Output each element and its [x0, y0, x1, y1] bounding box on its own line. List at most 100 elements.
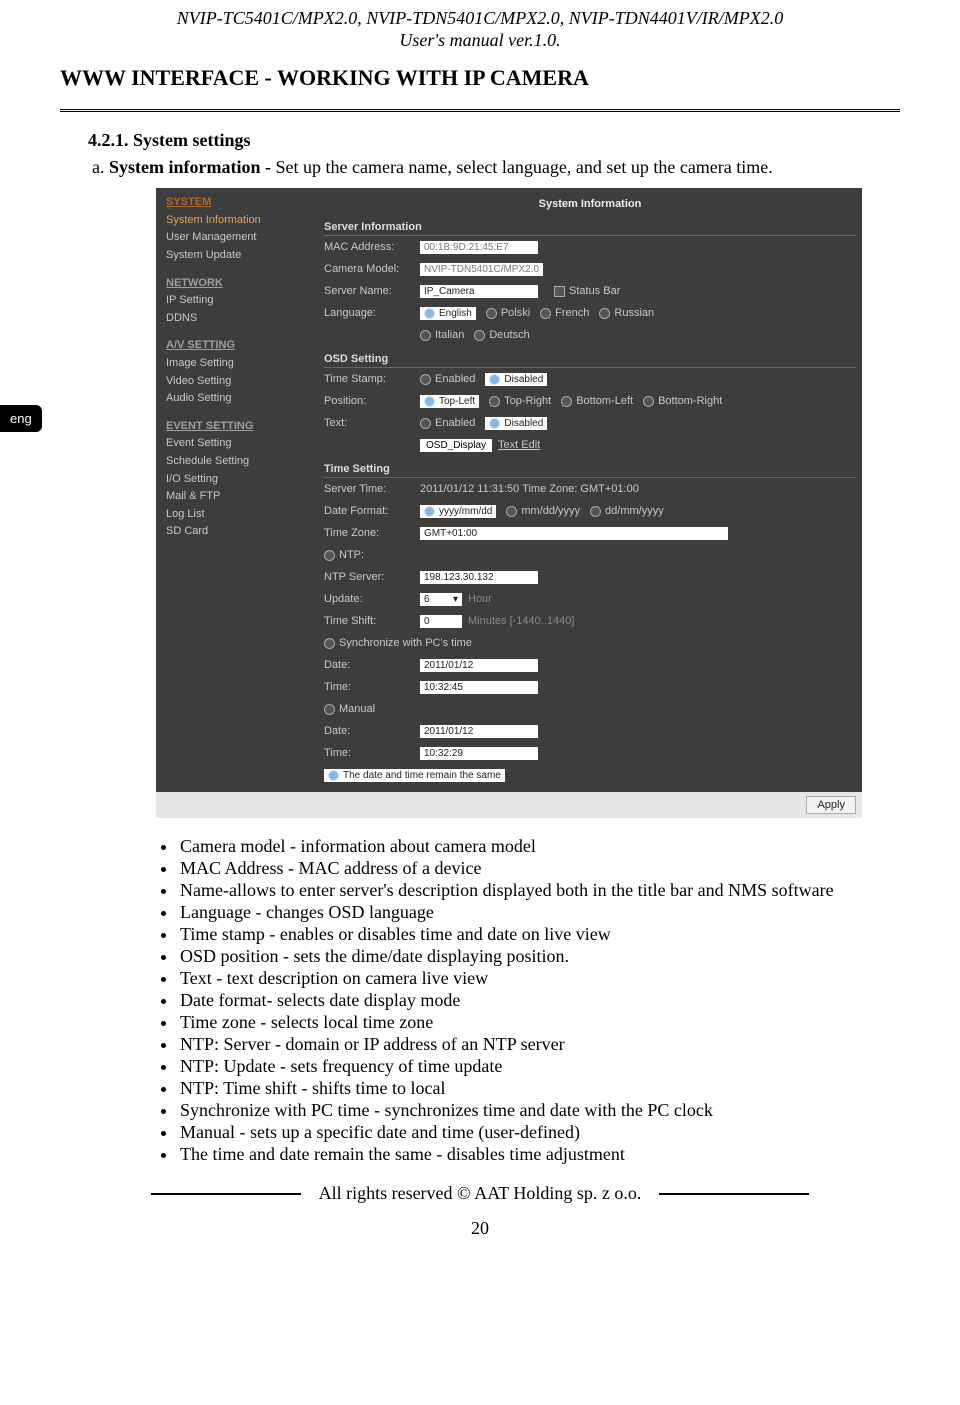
footer-copyright: All rights reserved © AAT Holding sp. z … — [319, 1183, 642, 1204]
time-heading: Time Setting — [324, 460, 856, 478]
ntp-server-input[interactable]: 198.123.30.132 — [420, 571, 538, 584]
ntp-server-label: NTP Server: — [324, 571, 420, 583]
osd-heading: OSD Setting — [324, 350, 856, 368]
lang-french[interactable]: French — [540, 307, 589, 319]
nav-audio-setting[interactable]: Audio Setting — [166, 390, 316, 408]
timezone-label: Time Zone: — [324, 527, 420, 539]
sync-date-label: Date: — [324, 659, 420, 671]
manual-time-label: Time: — [324, 747, 420, 759]
nav-mail-ftp[interactable]: Mail & FTP — [166, 488, 316, 506]
nav-schedule-setting[interactable]: Schedule Setting — [166, 453, 316, 471]
sidebar: SYSTEM System Information User Managemen… — [156, 188, 324, 792]
item-bold: System information - — [109, 157, 275, 177]
nav-system-update[interactable]: System Update — [166, 247, 316, 265]
pos-top-right[interactable]: Top-Right — [489, 395, 551, 407]
nav-log-list[interactable]: Log List — [166, 506, 316, 524]
footer-bar-left — [151, 1193, 301, 1195]
header-models: NVIP-TC5401C/MPX2.0, NVIP-TDN5401C/MPX2.… — [60, 8, 900, 30]
nav-user-management[interactable]: User Management — [166, 229, 316, 247]
doc-header: NVIP-TC5401C/MPX2.0, NVIP-TDN5401C/MPX2.… — [60, 0, 900, 51]
list-item: MAC Address - MAC address of a device — [178, 858, 900, 879]
list-item: Language - changes OSD language — [178, 902, 900, 923]
manual-time-input[interactable]: 10:32:29 — [420, 747, 538, 760]
timezone-select[interactable]: GMT+01:00 — [420, 527, 728, 540]
sync-time-label: Time: — [324, 681, 420, 693]
list-item: NTP: Time shift - shifts time to local — [178, 1078, 900, 1099]
nav-group-system[interactable]: SYSTEM — [166, 194, 316, 212]
mac-value: 00:1B:9D:21:45:E7 — [420, 241, 538, 254]
update-label: Update: — [324, 593, 420, 605]
nav-group-event[interactable]: EVENT SETTING — [166, 418, 316, 436]
datefmt-ymd[interactable]: yyyy/mm/dd — [420, 505, 496, 518]
language-tab: eng — [0, 405, 42, 432]
nav-group-av[interactable]: A/V SETTING — [166, 337, 316, 355]
apply-button[interactable]: Apply — [806, 796, 856, 814]
list-item: Synchronize with PC time - synchronizes … — [178, 1100, 900, 1121]
osd-display-input[interactable]: OSD_Display — [420, 439, 492, 452]
text-label: Text: — [324, 417, 420, 429]
list-item: Time stamp - enables or disables time an… — [178, 924, 900, 945]
server-info-heading: Server Information — [324, 218, 856, 236]
server-name-label: Server Name: — [324, 285, 420, 297]
header-manual: User's manual ver.1.0. — [60, 30, 900, 52]
list-item: NTP: Server - domain or IP address of an… — [178, 1034, 900, 1055]
datefmt-dmy[interactable]: dd/mm/yyyy — [590, 505, 664, 517]
sync-pc-radio[interactable]: Synchronize with PC's time — [324, 637, 472, 649]
lang-deutsch[interactable]: Deutsch — [474, 329, 529, 341]
page-number: 20 — [60, 1218, 900, 1239]
nav-image-setting[interactable]: Image Setting — [166, 355, 316, 373]
nav-io-setting[interactable]: I/O Setting — [166, 471, 316, 489]
date-format-label: Date Format: — [324, 505, 420, 517]
text-disabled[interactable]: Disabled — [485, 417, 547, 430]
list-item: The time and date remain the same - disa… — [178, 1144, 900, 1165]
subsection-heading: 4.2.1. System settings — [88, 130, 900, 151]
nav-event-setting[interactable]: Event Setting — [166, 435, 316, 453]
nav-ddns[interactable]: DDNS — [166, 310, 316, 328]
nav-video-setting[interactable]: Video Setting — [166, 373, 316, 391]
pos-bottom-right[interactable]: Bottom-Right — [643, 395, 722, 407]
lang-english[interactable]: English — [420, 307, 476, 320]
list-item: Text - text description on camera live v… — [178, 968, 900, 989]
time-shift-label: Time Shift: — [324, 615, 420, 627]
ntp-radio[interactable]: NTP: — [324, 549, 364, 561]
manual-date-label: Date: — [324, 725, 420, 737]
server-name-input[interactable]: IP_Camera — [420, 285, 538, 298]
divider — [60, 109, 900, 112]
update-unit: Hour — [468, 593, 492, 605]
same-time-radio[interactable]: The date and time remain the same — [324, 769, 505, 782]
system-information-screenshot: SYSTEM System Information User Managemen… — [156, 188, 862, 818]
status-bar-checkbox[interactable]: Status Bar — [554, 285, 620, 297]
pos-top-left[interactable]: Top-Left — [420, 395, 479, 408]
manual-date-input[interactable]: 2011/01/12 — [420, 725, 538, 738]
datefmt-mdy[interactable]: mm/dd/yyyy — [506, 505, 580, 517]
list-item: Date format- selects date display mode — [178, 990, 900, 1011]
timestamp-enabled[interactable]: Enabled — [420, 373, 475, 385]
nav-group-network[interactable]: NETWORK — [166, 275, 316, 293]
model-value: NVIP-TDN5401C/MPX2.0 — [420, 263, 543, 276]
nav-sd-card[interactable]: SD Card — [166, 523, 316, 541]
text-edit-link[interactable]: Text Edit — [498, 439, 540, 451]
item-letter: a. — [92, 157, 105, 177]
sync-date-input[interactable]: 2011/01/12 — [420, 659, 538, 672]
panel-footer: Apply — [156, 792, 862, 818]
description-list: Camera model - information about camera … — [138, 836, 900, 1165]
lang-italian[interactable]: Italian — [420, 329, 464, 341]
list-item: Time zone - selects local time zone — [178, 1012, 900, 1033]
update-select[interactable]: 6▾ — [420, 593, 462, 606]
lang-polski[interactable]: Polski — [486, 307, 530, 319]
list-item: Name-allows to enter server's descriptio… — [178, 880, 900, 901]
lang-russian[interactable]: Russian — [599, 307, 654, 319]
timestamp-disabled[interactable]: Disabled — [485, 373, 547, 386]
item-rest: Set up the camera name, select language,… — [275, 157, 772, 177]
nav-system-information[interactable]: System Information — [166, 212, 316, 230]
server-time-value: 2011/01/12 11:31:50 Time Zone: GMT+01:00 — [420, 483, 639, 495]
time-shift-input[interactable]: 0 — [420, 615, 462, 628]
manual-radio[interactable]: Manual — [324, 703, 375, 715]
pos-bottom-left[interactable]: Bottom-Left — [561, 395, 633, 407]
text-enabled[interactable]: Enabled — [420, 417, 475, 429]
nav-ip-setting[interactable]: IP Setting — [166, 292, 316, 310]
sync-time-input[interactable]: 10:32:45 — [420, 681, 538, 694]
mac-label: MAC Address: — [324, 241, 420, 253]
subsection-item: a. System information - Set up the camer… — [92, 157, 900, 178]
panel-title: System Information — [324, 188, 856, 214]
